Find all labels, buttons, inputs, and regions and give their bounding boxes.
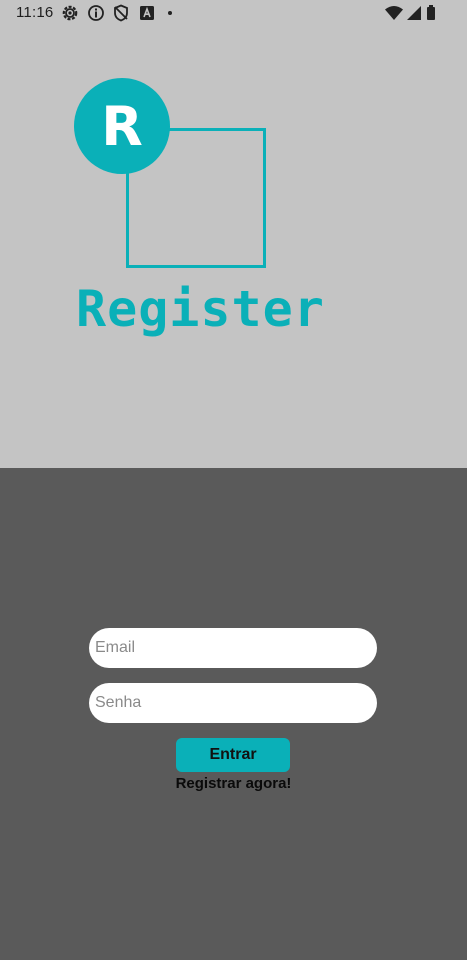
logo-letter: R [101, 94, 143, 158]
a-badge-icon [140, 6, 154, 20]
info-icon [88, 5, 104, 21]
dot-icon [168, 11, 172, 15]
logo-circle: R [74, 78, 170, 174]
battery-icon [427, 5, 435, 20]
signal-icon [407, 6, 421, 20]
status-bar: 11:16 [0, 0, 467, 26]
email-field[interactable] [89, 628, 377, 668]
shield-icon [114, 4, 128, 22]
settings-icon [62, 5, 78, 21]
page-title: Register [76, 280, 325, 338]
app-logo: R [74, 78, 274, 278]
status-time: 11:16 [16, 4, 54, 21]
wifi-icon [385, 6, 403, 20]
login-button[interactable]: Entrar [176, 738, 290, 772]
register-link[interactable]: Registrar agora! [0, 775, 467, 792]
password-field[interactable] [89, 683, 377, 723]
